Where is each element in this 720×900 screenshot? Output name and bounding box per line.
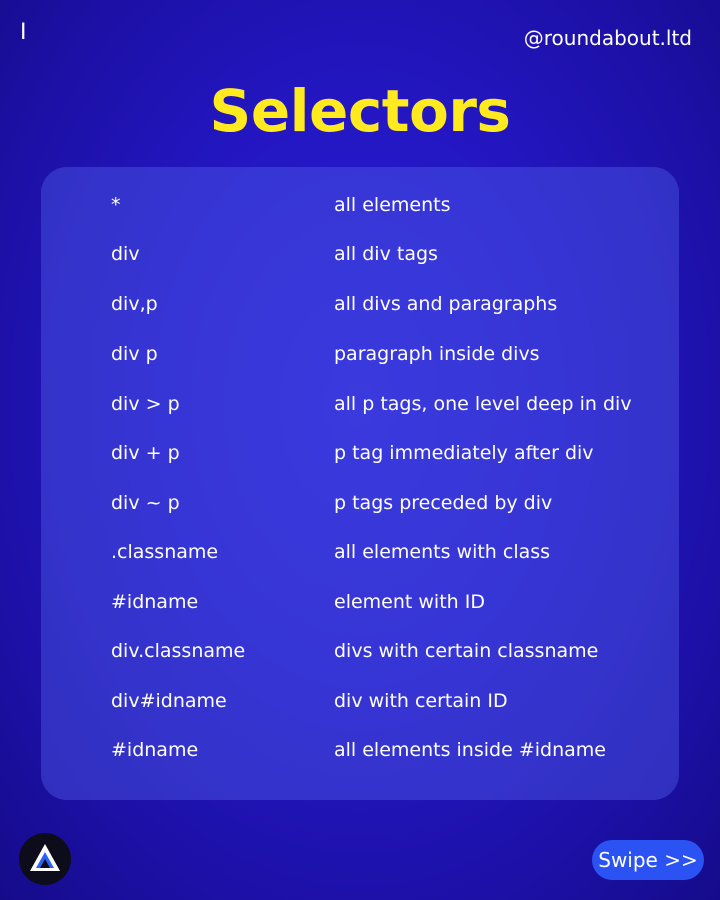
table-row: div p paragraph inside divs <box>41 339 679 369</box>
table-row: #idname element with ID <box>41 587 679 617</box>
description-cell: all div tags <box>334 243 438 265</box>
description-cell: divs with certain classname <box>334 640 599 662</box>
page-title: Selectors <box>209 77 511 145</box>
description-cell: p tags preceded by div <box>334 492 553 514</box>
description-cell: all elements <box>334 194 451 216</box>
description-cell: all elements with class <box>334 541 551 563</box>
table-row: div all div tags <box>41 239 679 269</box>
table-row: div > p all p tags, one level deep in di… <box>41 389 679 419</box>
description-cell: all elements inside #idname <box>334 739 606 761</box>
selector-cell: div#idname <box>111 690 227 712</box>
description-cell: element with ID <box>334 591 485 613</box>
selector-cell: div.classname <box>111 640 246 662</box>
description-cell: paragraph inside divs <box>334 343 540 365</box>
table-row: * all elements <box>41 190 679 220</box>
selector-cell: .classname <box>111 541 219 563</box>
swipe-button[interactable]: Swipe >> <box>592 840 704 880</box>
selector-cell: div,p <box>111 293 158 315</box>
table-row: div + p p tag immediately after div <box>41 438 679 468</box>
selector-cell: #idname <box>111 591 199 613</box>
roundabout-logo-icon <box>19 833 71 885</box>
table-row: div#idname div with certain ID <box>41 686 679 716</box>
selector-cell: div > p <box>111 393 180 415</box>
selectors-rows: * all elements div all div tags div,p al… <box>41 167 679 800</box>
description-cell: p tag immediately after div <box>334 442 594 464</box>
description-cell: all p tags, one level deep in div <box>334 393 632 415</box>
page-number: I <box>20 20 27 45</box>
selector-cell: #idname <box>111 739 199 761</box>
selector-cell: div <box>111 243 140 265</box>
table-row: #idname all elements inside #idname <box>41 735 679 765</box>
table-row: div ~ p p tags preceded by div <box>41 488 679 518</box>
selectors-table: * all elements div all div tags div,p al… <box>41 167 679 800</box>
table-row: .classname all elements with class <box>41 537 679 567</box>
selector-cell: div ~ p <box>111 492 180 514</box>
account-handle: @roundabout.ltd <box>523 26 692 50</box>
selector-cell: div p <box>111 343 158 365</box>
selector-cell: div + p <box>111 442 180 464</box>
description-cell: all divs and paragraphs <box>334 293 558 315</box>
table-row: div,p all divs and paragraphs <box>41 289 679 319</box>
table-row: div.classname divs with certain classnam… <box>41 636 679 666</box>
selector-cell: * <box>111 194 121 216</box>
description-cell: div with certain ID <box>334 690 508 712</box>
